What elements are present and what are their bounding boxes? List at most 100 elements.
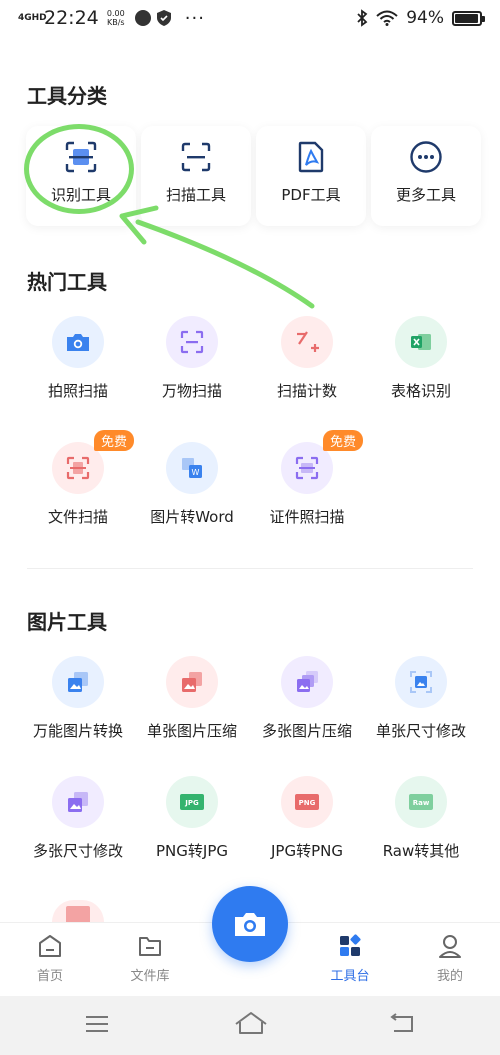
nav-profile[interactable]: 我的 <box>415 933 485 984</box>
tool-label: 多张尺寸修改 <box>32 842 123 860</box>
scan-frame-icon <box>180 330 204 354</box>
images-resize-icon <box>68 792 88 812</box>
category-scan-tools[interactable]: 扫描工具 <box>141 126 251 226</box>
word-icon: W <box>182 458 202 478</box>
tool-universal-image-convert[interactable]: 万能图片转换 <box>18 656 138 741</box>
free-badge: 免费 <box>94 430 135 451</box>
nav-home[interactable]: 首页 <box>15 933 85 984</box>
tool-icon-bg <box>166 316 218 368</box>
tool-label: 万能图片转换 <box>32 722 123 740</box>
status-bar: 4GHD 22:24 0.00 KB/s ··· 94% <box>0 0 500 36</box>
tool-label: 表格识别 <box>390 382 451 400</box>
folder-icon <box>139 937 161 956</box>
nav-label: 文件库 <box>130 969 170 984</box>
tool-label: 证件照扫描 <box>269 508 345 526</box>
system-nav-bar <box>0 996 500 1055</box>
nav-toolbox[interactable]: 工具台 <box>315 933 385 984</box>
tool-scan-count[interactable]: 扫描计数 <box>247 316 367 401</box>
annotation-circle <box>24 124 134 214</box>
camera-icon <box>67 334 89 351</box>
tool-icon-bg <box>52 776 104 828</box>
tool-icon-bg <box>395 656 447 708</box>
tool-single-image-resize[interactable]: 单张尺寸修改 <box>361 656 481 741</box>
nav-label: 我的 <box>436 969 463 984</box>
tool-label: Raw转其他 <box>382 842 460 860</box>
home-icon <box>39 935 61 957</box>
tool-icon-bg <box>395 316 447 368</box>
toolbox-icon <box>340 934 361 956</box>
camera-scan-button[interactable] <box>212 886 288 962</box>
more-notifications-icon: ··· <box>184 7 205 29</box>
tool-icon-bg: PNG <box>281 776 333 828</box>
image-tools-title: 图片工具 <box>27 610 107 634</box>
png-icon: PNG <box>295 794 319 810</box>
tool-png-to-jpg[interactable]: JPG PNG转JPG <box>132 776 252 861</box>
tool-image-to-word[interactable]: W 图片转Word <box>132 442 252 527</box>
wifi-icon <box>376 10 398 26</box>
tool-icon-bg: W <box>166 442 218 494</box>
tool-icon-bg <box>52 656 104 708</box>
battery-percent: 94% <box>406 8 444 28</box>
svg-text:Raw: Raw <box>413 799 430 807</box>
home-button-icon[interactable] <box>233 1010 269 1036</box>
category-more-tools[interactable]: 更多工具 <box>371 126 481 226</box>
menu-icon[interactable] <box>84 1014 110 1034</box>
scan-frame-icon <box>181 142 211 172</box>
category-label: 扫描工具 <box>165 186 226 204</box>
camera-icon <box>235 913 265 936</box>
tool-jpg-to-png[interactable]: PNG JPG转PNG <box>247 776 367 861</box>
tool-raw-to-other[interactable]: Raw Raw转其他 <box>361 776 481 861</box>
svg-text:JPG: JPG <box>184 799 199 807</box>
tool-label: 图片转Word <box>150 508 234 526</box>
tool-multi-image-resize[interactable]: 多张尺寸修改 <box>18 776 138 861</box>
nav-file-library[interactable]: 文件库 <box>115 933 185 984</box>
image-resize-icon <box>410 671 432 693</box>
tool-file-scan[interactable]: 免费 文件扫描 <box>18 430 138 527</box>
file-scan-icon <box>66 456 90 480</box>
tool-icon-bg <box>281 316 333 368</box>
tool-label: 万物扫描 <box>161 382 222 400</box>
profile-icon <box>439 935 461 958</box>
tool-table-recognition[interactable]: 表格识别 <box>361 316 481 401</box>
section-divider <box>27 568 473 569</box>
battery-icon <box>452 10 485 26</box>
hot-tools-title: 热门工具 <box>27 270 107 294</box>
partial-tool-icon[interactable] <box>52 900 104 922</box>
svg-text:PNG: PNG <box>299 799 316 807</box>
nav-label: 工具台 <box>330 969 370 984</box>
category-label: PDF工具 <box>281 186 341 204</box>
bluetooth-icon <box>357 9 368 27</box>
network-speed: 0.00 KB/s <box>106 9 125 27</box>
clock: 22:24 <box>44 7 99 29</box>
tool-label: 单张尺寸修改 <box>375 722 466 740</box>
tool-photo-scan[interactable]: 拍照扫描 <box>18 316 138 401</box>
category-pdf-tools[interactable]: PDF工具 <box>256 126 366 226</box>
count-icon <box>297 331 319 352</box>
image-convert-icon <box>68 672 88 692</box>
image-compress-icon <box>182 672 202 692</box>
back-icon[interactable] <box>388 1012 416 1034</box>
tool-icon-bg <box>281 656 333 708</box>
tool-label: 拍照扫描 <box>47 382 108 400</box>
jpg-icon: JPG <box>180 794 204 810</box>
tool-single-image-compress[interactable]: 单张图片压缩 <box>132 656 252 741</box>
tool-icon-bg: JPG <box>166 776 218 828</box>
images-compress-icon <box>297 671 318 692</box>
tool-label: 多张图片压缩 <box>261 722 352 740</box>
nav-label: 首页 <box>36 969 63 984</box>
tool-label: PNG转JPG <box>156 842 228 860</box>
tool-label: 扫描计数 <box>276 382 337 400</box>
tool-id-photo-scan[interactable]: 免费 证件照扫描 <box>247 430 367 527</box>
app-notification-icon <box>134 10 151 26</box>
svg-text:W: W <box>192 468 200 477</box>
signal-icon: 4GHD <box>18 12 47 23</box>
free-badge: 免费 <box>323 430 364 451</box>
tool-icon-bg <box>52 316 104 368</box>
tool-icon-bg: Raw <box>395 776 447 828</box>
tool-object-scan[interactable]: 万物扫描 <box>132 316 252 401</box>
categories-title: 工具分类 <box>27 84 107 108</box>
excel-icon <box>411 334 431 350</box>
tool-multi-image-compress[interactable]: 多张图片压缩 <box>247 656 367 741</box>
tool-label: 文件扫描 <box>47 508 108 526</box>
shield-icon <box>156 10 171 26</box>
